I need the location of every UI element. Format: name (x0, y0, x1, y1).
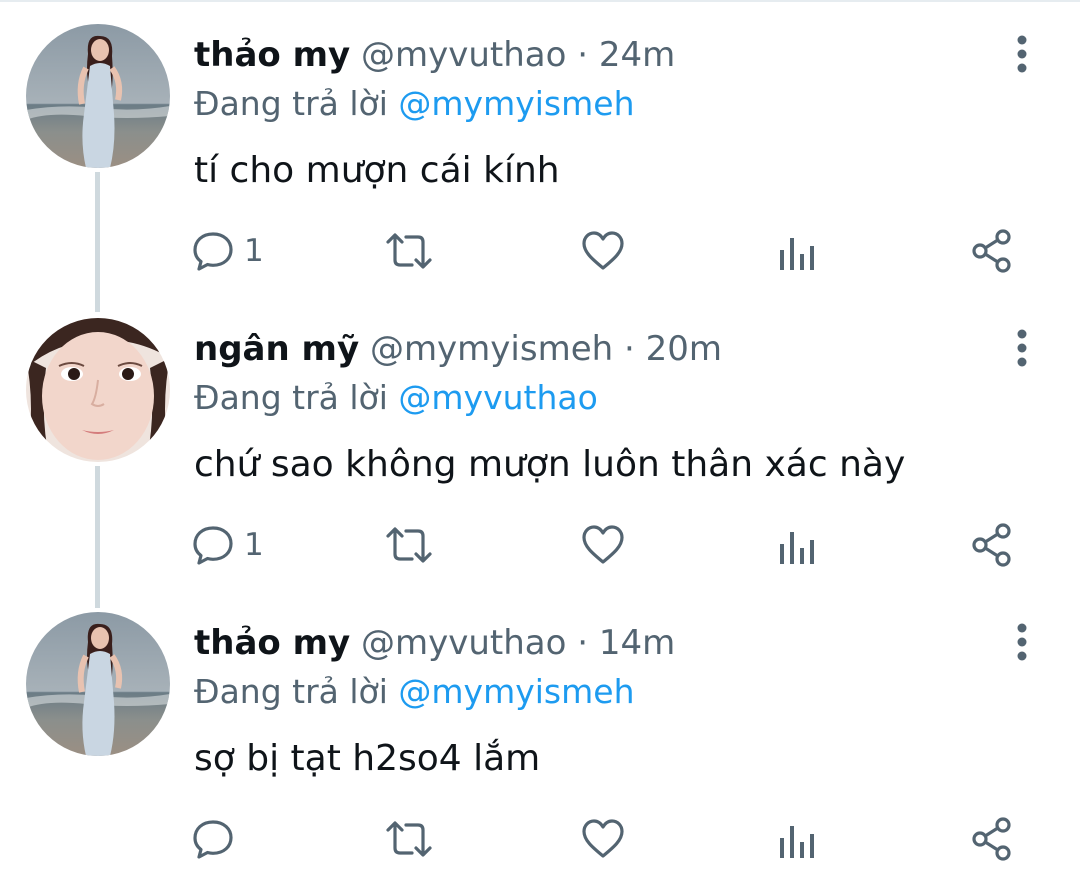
user-handle[interactable]: @mymyismeh (370, 329, 613, 369)
replying-to: Đang trả lời @mymyismeh (194, 668, 634, 716)
timestamp[interactable]: 24m (599, 35, 675, 75)
tweet[interactable]: ngân mỹ @mymyismeh · 20m Đang trả lời @m… (0, 294, 1080, 588)
reply-icon (193, 232, 233, 271)
avatar[interactable] (26, 612, 170, 756)
display-name[interactable]: ngân mỹ (194, 329, 359, 369)
timestamp[interactable]: 20m (646, 329, 722, 369)
user-handle[interactable]: @myvuthao (361, 623, 566, 663)
replying-to-link[interactable]: @mymyismeh (398, 84, 634, 123)
more-vertical-icon (1017, 35, 1027, 73)
retweet-button[interactable] (384, 224, 434, 278)
tweet-text: tí cho mượn cái kính (194, 150, 560, 191)
share-button[interactable] (970, 812, 1014, 866)
share-icon (972, 523, 1011, 567)
separator-dot: · (623, 329, 635, 369)
reply-count: 1 (244, 233, 264, 269)
replying-to-link[interactable]: @mymyismeh (398, 672, 634, 711)
action-bar: 1 (190, 224, 1050, 278)
replying-to-label: Đang trả lời (194, 378, 388, 417)
more-vertical-icon (1017, 623, 1027, 661)
reply-icon (193, 526, 233, 565)
reply-button[interactable] (190, 812, 244, 866)
like-icon (582, 525, 624, 564)
stats-button[interactable] (776, 224, 816, 278)
like-icon (582, 819, 624, 858)
like-button[interactable] (580, 518, 626, 572)
tweet-text: chứ sao không mượn luôn thân xác này (194, 444, 906, 485)
display-name[interactable]: thảo my (194, 35, 350, 75)
action-bar: 1 (190, 518, 1050, 572)
avatar[interactable] (26, 318, 170, 462)
retweet-button[interactable] (384, 518, 434, 572)
tweet-header: thảo my @myvuthao · 14m (194, 618, 675, 668)
stats-button[interactable] (776, 518, 816, 572)
display-name[interactable]: thảo my (194, 623, 350, 663)
like-button[interactable] (580, 224, 626, 278)
more-options-button[interactable] (1004, 326, 1040, 370)
tweet-header: ngân mỹ @mymyismeh · 20m (194, 324, 722, 374)
share-button[interactable] (970, 224, 1014, 278)
tweet[interactable]: thảo my @myvuthao · 24m Đang trả lời @my… (0, 0, 1080, 294)
replying-to-label: Đang trả lời (194, 672, 388, 711)
reply-thread: thảo my @myvuthao · 24m Đang trả lời @my… (0, 0, 1080, 878)
more-options-button[interactable] (1004, 32, 1040, 76)
action-bar (190, 812, 1050, 866)
stats-icon (780, 826, 814, 858)
separator-dot: · (577, 35, 589, 75)
replying-to-label: Đang trả lời (194, 84, 388, 123)
timestamp[interactable]: 14m (599, 623, 675, 663)
more-options-button[interactable] (1004, 620, 1040, 664)
reply-button[interactable]: 1 (190, 224, 264, 278)
stats-icon (780, 532, 814, 564)
tweet-header: thảo my @myvuthao · 24m (194, 30, 675, 80)
share-icon (972, 817, 1011, 861)
like-button[interactable] (580, 812, 626, 866)
more-vertical-icon (1017, 329, 1027, 367)
replying-to-link[interactable]: @myvuthao (398, 378, 597, 417)
reply-button[interactable]: 1 (190, 518, 264, 572)
user-handle[interactable]: @myvuthao (361, 35, 566, 75)
tweet[interactable]: thảo my @myvuthao · 14m Đang trả lời @my… (0, 588, 1080, 878)
retweet-button[interactable] (384, 812, 434, 866)
retweet-icon (386, 527, 432, 563)
stats-icon (780, 238, 814, 270)
reply-icon (193, 820, 233, 859)
retweet-icon (386, 233, 432, 269)
retweet-icon (386, 821, 432, 857)
tweet-text: sợ bị tạt h2so4 lắm (194, 738, 541, 779)
stats-button[interactable] (776, 812, 816, 866)
share-button[interactable] (970, 518, 1014, 572)
replying-to: Đang trả lời @myvuthao (194, 374, 598, 422)
share-icon (972, 229, 1011, 273)
replying-to: Đang trả lời @mymyismeh (194, 80, 634, 128)
reply-count: 1 (244, 527, 264, 563)
like-icon (582, 231, 624, 270)
avatar[interactable] (26, 24, 170, 168)
separator-dot: · (577, 623, 589, 663)
